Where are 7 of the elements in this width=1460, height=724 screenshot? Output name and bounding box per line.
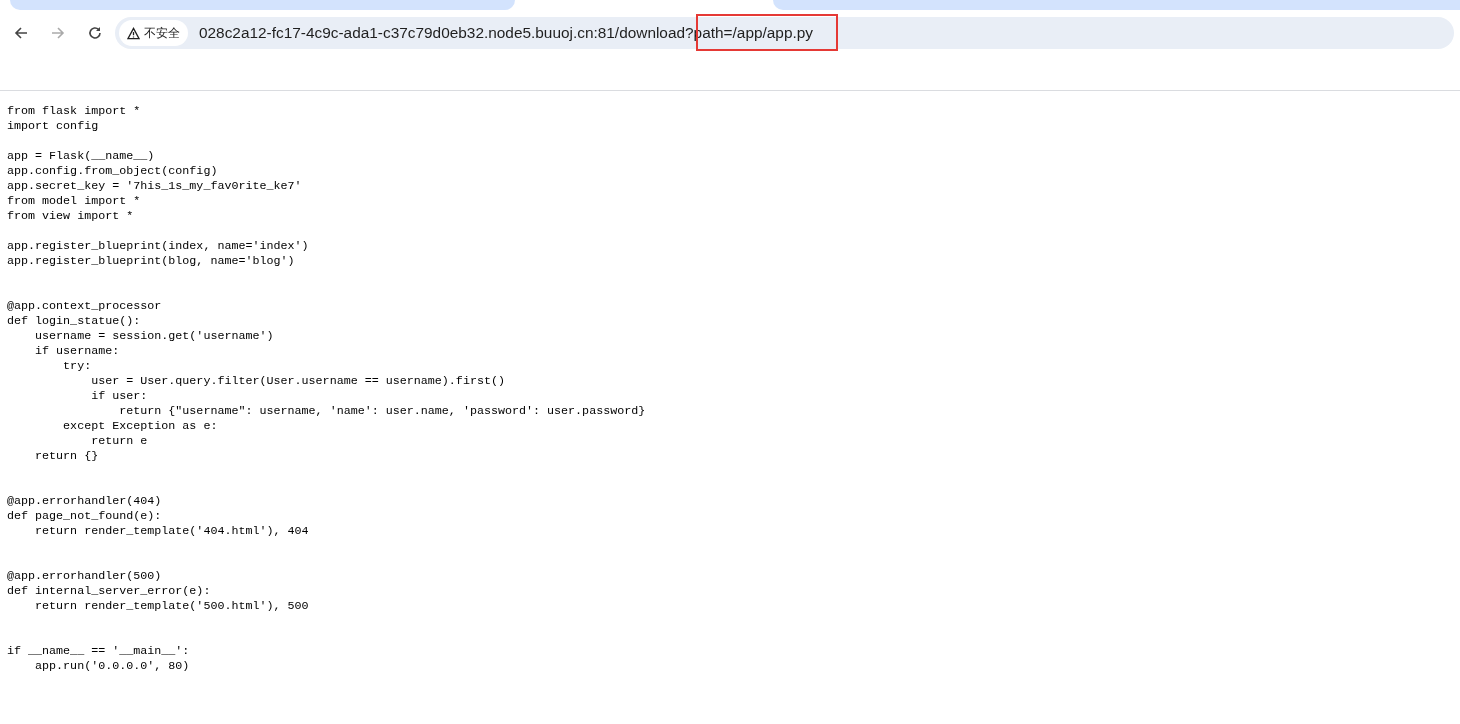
security-label: 不安全	[144, 24, 180, 42]
reload-icon[interactable]	[87, 25, 103, 41]
forward-arrow-icon[interactable]	[50, 25, 66, 41]
security-chip[interactable]: 不安全	[119, 20, 188, 46]
source-code-text: from flask import * import config app = Flask(__name__) app.config.from_object(config) app.secret_key = '7his_1s_my_fav0rite_ke7' from model import * from view import * app.register_blueprint(index, name='index') app.register_blueprint(blog, name='blog') @app.context_processor def login_statue(): username = session.get('username') if username: try: user = User.query.filter(User.username == username).first() if user: return {"username": username, 'name': user.name, 'password': user.password} except Exception as e: return e return {} @app.errorhandler(404) def page_not_found(e): return render_template('404.html'), 404 @app.errorhandler(500) def internal_server_error(e): return render_template('500.html'), 500 if __name__ == '__main__': app.run('0.0.0.0', 80)	[7, 104, 647, 674]
warning-icon	[127, 26, 140, 40]
back-arrow-icon[interactable]	[13, 25, 29, 41]
